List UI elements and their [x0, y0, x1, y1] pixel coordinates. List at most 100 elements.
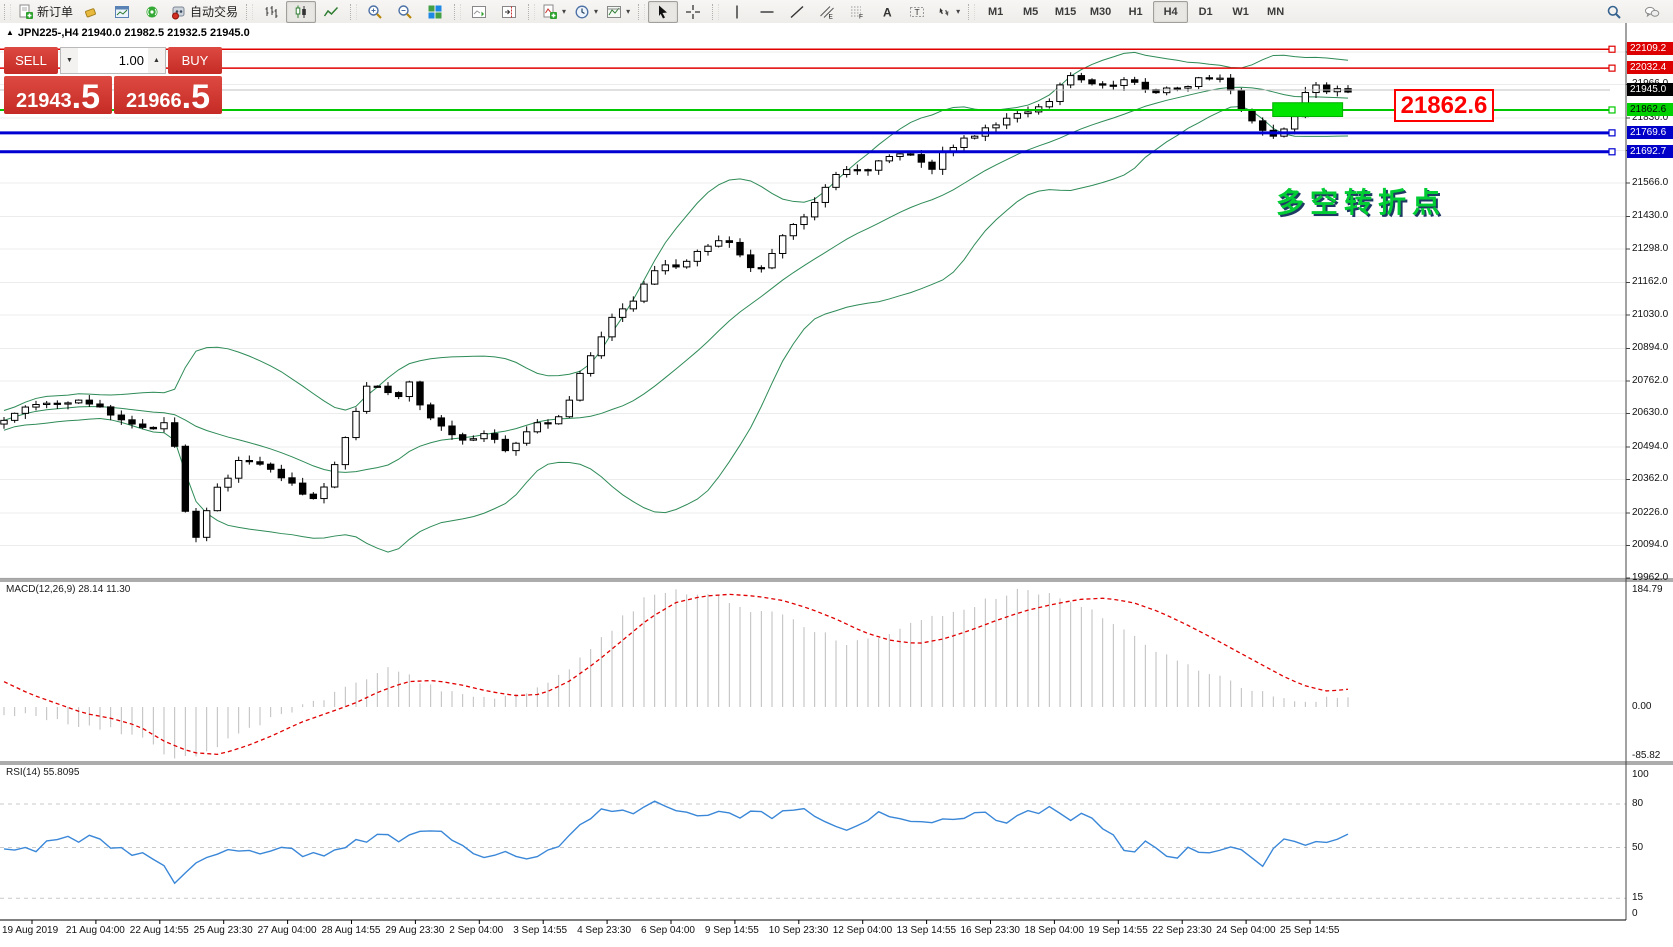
trendline-icon	[790, 5, 804, 18]
timeframe-mn-button[interactable]: MN	[1258, 1, 1293, 23]
price-axis-tick: 20894.0	[1632, 342, 1669, 354]
time-axis-label: 4 Sep 23:30	[577, 925, 632, 936]
vertical-line-button[interactable]	[722, 1, 752, 23]
line-chart-button[interactable]	[316, 1, 346, 23]
candlestick-icon	[295, 5, 306, 18]
price-axis-tick: 19962.0	[1632, 572, 1669, 583]
price-axis-tick: 20094.0	[1632, 539, 1669, 551]
timeframe-m1-button[interactable]: M1	[978, 1, 1013, 23]
toolbar-group-grip	[968, 3, 976, 20]
toolbar-group-grip	[350, 3, 358, 20]
zoom-in-icon	[368, 4, 382, 19]
time-axis-label: 18 Sep 04:00	[1024, 925, 1084, 936]
sell-price[interactable]: 21943.5	[4, 76, 112, 114]
trendline-button[interactable]	[782, 1, 812, 23]
zoom-out-button[interactable]	[390, 1, 420, 23]
template-icon	[607, 5, 622, 18]
signals-button[interactable]	[137, 1, 167, 23]
autotrading-button[interactable]: 自动交易	[167, 1, 242, 23]
tile-windows-icon	[428, 5, 442, 18]
periods-icon	[575, 5, 589, 18]
tile-windows-button[interactable]	[420, 1, 450, 23]
cursor-button[interactable]	[648, 0, 679, 23]
dropdown-caret-icon: ▾	[562, 7, 567, 16]
bar-chart-icon	[265, 5, 278, 18]
equidistant-channel-button[interactable]: E	[812, 1, 842, 23]
fibonacci-button[interactable]: F	[842, 1, 872, 23]
label-icon: T	[910, 6, 925, 17]
chart-shift-icon	[502, 5, 517, 18]
toolbar-group-grip	[712, 3, 720, 20]
chart-area[interactable]: ▲ JPN225-,H4 21940.0 21982.5 21932.5 2194…	[0, 23, 1673, 947]
timeframe-h4-button[interactable]: H4	[1153, 0, 1189, 23]
price-axis-tick: 20226.0	[1632, 506, 1669, 518]
volume-value[interactable]: 1.00	[78, 48, 148, 73]
autoscroll-button[interactable]	[464, 1, 494, 23]
collapse-triangle-icon[interactable]: ▲	[6, 28, 14, 37]
eraser-button[interactable]	[77, 1, 107, 23]
price-axis-tick: 21030.0	[1632, 308, 1669, 320]
volume-increase-button[interactable]: ▲	[148, 48, 165, 73]
time-axis-label: 10 Sep 23:30	[768, 925, 829, 936]
price-level-badge: 21862.6	[1627, 102, 1673, 116]
search-button[interactable]	[1599, 1, 1629, 23]
toolbar-group-grip	[528, 3, 536, 20]
price-axis-tick: 20630.0	[1632, 407, 1669, 419]
price-axis-tick: 21430.0	[1632, 210, 1669, 222]
toolbar-group-grip	[4, 3, 11, 20]
dropdown-caret-icon: ▾	[594, 7, 599, 16]
time-axis-label: 24 Sep 04:00	[1216, 925, 1276, 936]
macd-axis-tick: 184.79	[1632, 584, 1663, 596]
toolbar-group-grip	[638, 3, 646, 20]
volume-input[interactable]: ▼ 1.00 ▲	[60, 47, 166, 74]
timeframe-d1-button[interactable]: D1	[1188, 1, 1223, 23]
time-axis-label: 21 Aug 04:00	[65, 925, 125, 936]
timeframe-h1-button[interactable]: H1	[1118, 1, 1153, 23]
autotrading-icon	[172, 6, 185, 19]
sell-button[interactable]: SELL	[4, 47, 58, 74]
new-chart-button[interactable]	[107, 1, 137, 23]
price-level-badge: 22032.4	[1627, 61, 1673, 75]
zoom-in-button[interactable]	[360, 1, 390, 23]
chart-shift-button[interactable]	[494, 1, 524, 23]
indicators-icon	[543, 4, 558, 19]
hline-icon	[760, 10, 774, 13]
text-button[interactable]: A	[872, 1, 902, 23]
macd-indicator-label: MACD(12,26,9) 28.14 11.30	[6, 584, 131, 595]
arrows-button[interactable]: ▾	[932, 1, 964, 23]
macd-axis-tick: -85.82	[1632, 750, 1661, 761]
svg-text:E: E	[829, 13, 834, 20]
crosshair-button[interactable]	[678, 1, 708, 23]
time-axis-label: 19 Sep 14:55	[1088, 925, 1148, 936]
time-axis-label: 2 Sep 04:00	[449, 925, 504, 936]
price-axis-tick: 21162.0	[1632, 276, 1668, 288]
buy-price[interactable]: 21966.5	[114, 76, 222, 114]
candlestick-button[interactable]	[286, 0, 317, 23]
timeframe-m30-button[interactable]: M30	[1083, 1, 1118, 23]
text-icon: A	[883, 5, 892, 19]
macd-axis-tick: 0.00	[1632, 701, 1652, 712]
bar-chart-button[interactable]	[256, 1, 286, 23]
volume-decrease-button[interactable]: ▼	[61, 48, 78, 73]
time-axis-label: 25 Aug 23:30	[193, 925, 253, 936]
toolbar-group-grip	[454, 3, 462, 20]
new-order-button[interactable]: 新订单	[14, 1, 77, 23]
text-label-button[interactable]: T	[902, 1, 932, 23]
price-axis-tick: 20494.0	[1632, 440, 1669, 452]
new-order-icon	[19, 4, 33, 19]
timeframe-m15-button[interactable]: M15	[1048, 1, 1083, 23]
horizontal-line-button[interactable]	[752, 1, 782, 23]
chat-button[interactable]	[1637, 1, 1667, 23]
svg-text:A: A	[883, 5, 892, 19]
chat-icon	[1645, 6, 1660, 17]
timeframe-w1-button[interactable]: W1	[1223, 1, 1258, 23]
chart-canvas[interactable]	[0, 23, 1673, 947]
price-level-badge: 21945.0	[1627, 82, 1673, 96]
dropdown-caret-icon: ▾	[626, 7, 631, 16]
buy-button[interactable]: BUY	[168, 47, 222, 74]
templates-button[interactable]: ▾	[602, 1, 634, 23]
periods-button[interactable]: ▾	[570, 1, 602, 23]
indicators-button[interactable]: ▾	[538, 1, 570, 23]
rsi-axis-tick: 0	[1632, 908, 1638, 919]
timeframe-m5-button[interactable]: M5	[1013, 1, 1048, 23]
